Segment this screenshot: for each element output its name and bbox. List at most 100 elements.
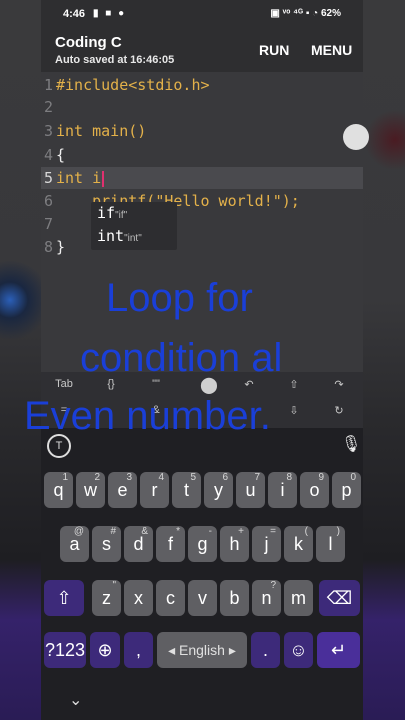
key-p-alt: 0 xyxy=(350,472,356,483)
key-s[interactable]: s # xyxy=(92,526,121,562)
key-e[interactable]: e3 xyxy=(108,472,137,508)
line-number: 7 xyxy=(43,215,53,233)
key-t-label: t xyxy=(183,479,189,500)
menu-button[interactable]: MENU xyxy=(311,42,352,58)
run-button[interactable]: RUN xyxy=(259,42,289,58)
key-u-alt: 7 xyxy=(254,472,260,483)
key-t[interactable]: t5 xyxy=(172,472,201,508)
key-q[interactable]: q1 xyxy=(44,472,73,508)
comma-key[interactable]: , xyxy=(124,632,153,668)
space-key-label: ◂ English ▸ xyxy=(168,641,236,658)
key-r-label: r xyxy=(151,479,158,500)
refresh-icon[interactable]: ↻ xyxy=(324,404,354,417)
key-i-alt: 8 xyxy=(286,472,292,483)
status-bar: 4:46 ▮ ■ ● ▣ ᵛᵒ ⁴ᴳ ▪ ◔ 62% xyxy=(41,0,363,28)
key-x-label: x xyxy=(134,587,143,608)
code-editor[interactable]: 1 #include<stdio.h> 2 3 int main() 4 { 5… xyxy=(41,72,363,372)
line-number: 6 xyxy=(43,192,53,210)
redo-icon[interactable]: ↷ xyxy=(324,378,354,391)
key-x[interactable]: x xyxy=(124,580,153,616)
key-h[interactable]: h + xyxy=(220,526,249,562)
key-g[interactable]: g- xyxy=(188,526,217,562)
notification-icons: ▮ ■ ● xyxy=(93,8,127,19)
status-time: 4:46 xyxy=(63,8,86,20)
key-d[interactable]: d & xyxy=(124,526,153,562)
autosave-status: Auto saved at 16:46:05 xyxy=(55,54,175,66)
shift-down-icon[interactable]: ⇩ xyxy=(279,404,309,417)
code-line: 4 { xyxy=(41,144,363,166)
key-m-label: m xyxy=(291,587,306,608)
key-o[interactable]: o9 xyxy=(300,472,329,508)
space-key[interactable]: ◂ English ▸ xyxy=(157,632,247,668)
backspace-key-label: ⌫ xyxy=(326,587,353,608)
key-v[interactable]: v xyxy=(188,580,217,616)
key-b-label: b xyxy=(229,587,240,608)
symbols-key[interactable]: ?123 xyxy=(44,632,86,668)
enter-key[interactable]: ↵ xyxy=(317,632,360,668)
status-right-icons: ▣ ᵛᵒ ⁴ᴳ ▪ ◔ 62% xyxy=(270,8,341,19)
key-f[interactable]: f * xyxy=(156,526,185,562)
comma-key-label: , xyxy=(135,639,141,660)
key-h-alt: + xyxy=(238,526,244,537)
key-j-alt: = xyxy=(270,526,276,537)
line-number: 2 xyxy=(43,98,53,116)
key-l[interactable]: l) xyxy=(316,526,345,562)
key-t-alt: 5 xyxy=(190,472,196,483)
enter-key-label: ↵ xyxy=(330,639,347,660)
shift-up-icon[interactable]: ⇧ xyxy=(279,378,309,391)
code-line: 2 xyxy=(41,96,363,118)
key-p[interactable]: p0 xyxy=(332,472,361,508)
code-text: { xyxy=(56,146,66,164)
key-k-label: k xyxy=(294,533,303,554)
key-c[interactable]: c xyxy=(156,580,185,616)
key-y[interactable]: y6 xyxy=(204,472,233,508)
suggestion-int[interactable]: int"int" xyxy=(97,227,142,245)
code-line: 6 printf("Hello world!"); xyxy=(41,190,363,212)
tab-symbol[interactable]: Tab xyxy=(49,378,79,390)
line-number: 8 xyxy=(43,238,53,256)
key-w[interactable]: w2 xyxy=(76,472,105,508)
key-b[interactable]: b xyxy=(220,580,249,616)
key-a-alt: @ xyxy=(73,526,84,537)
suggestion-word: int xyxy=(97,227,125,245)
suggestion-word: if xyxy=(97,204,116,222)
key-l-label: l xyxy=(328,533,333,554)
period-key-label: . xyxy=(262,639,268,660)
key-z-label: z xyxy=(102,587,111,608)
key-w-alt: 2 xyxy=(94,472,100,483)
key-k[interactable]: k( xyxy=(284,526,313,562)
key-c-label: c xyxy=(166,587,175,608)
code-line: 3 int main() xyxy=(41,120,363,142)
key-k-alt: ( xyxy=(304,526,308,537)
key-m[interactable]: m xyxy=(284,580,313,616)
code-text: } xyxy=(56,238,66,256)
period-key[interactable]: . xyxy=(251,632,280,668)
key-i[interactable]: i8 xyxy=(268,472,297,508)
line-number: 4 xyxy=(43,146,53,164)
key-q-alt: 1 xyxy=(62,472,68,483)
key-i-label: i xyxy=(280,479,285,500)
shift-key[interactable]: ⇧ xyxy=(44,580,84,616)
line-number: 5 xyxy=(43,169,53,187)
suggestion-if[interactable]: if"if" xyxy=(97,204,127,222)
caption-line-3: Even number. xyxy=(24,394,271,438)
backspace-key[interactable]: ⌫ xyxy=(319,580,360,616)
key-n[interactable]: n? xyxy=(252,580,281,616)
key-d-alt: & xyxy=(141,526,148,537)
key-o-alt: 9 xyxy=(318,472,324,483)
key-u[interactable]: u7 xyxy=(236,472,265,508)
current-code-line: 5 int i xyxy=(41,167,363,189)
key-r[interactable]: r4 xyxy=(140,472,169,508)
language-globe-key[interactable]: ⊕ xyxy=(90,632,120,668)
key-z[interactable]: z " xyxy=(92,580,121,616)
key-f-label: f xyxy=(167,533,173,554)
key-n-alt: ? xyxy=(270,580,276,591)
key-j[interactable]: j = xyxy=(252,526,281,562)
emoji-key[interactable]: ☺ xyxy=(284,632,313,668)
caption-line-2: condition al xyxy=(80,336,283,380)
mic-icon[interactable]: 🎙 xyxy=(341,434,361,454)
key-r-alt: 4 xyxy=(158,472,164,483)
key-a[interactable]: a @ xyxy=(60,526,89,562)
hide-keyboard-icon[interactable]: ⌄ xyxy=(69,690,82,710)
floating-youtube-icon xyxy=(343,124,369,150)
